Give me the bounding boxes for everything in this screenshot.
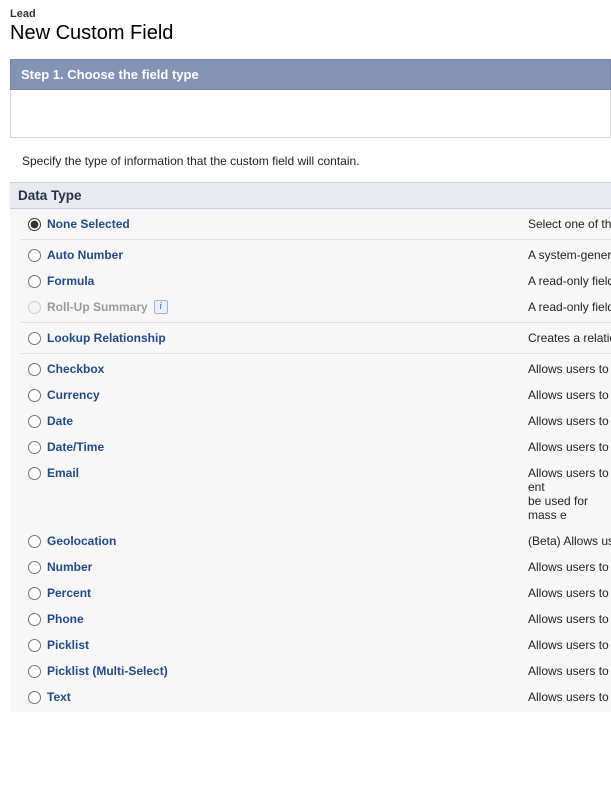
- data-type-row: Checkbox Allows users to sel: [10, 356, 611, 382]
- option-description: Allows users to sel: [528, 632, 611, 658]
- option-label: Geolocation: [47, 534, 116, 548]
- data-type-option-lookup[interactable]: Lookup Relationship: [28, 325, 528, 351]
- data-type-option-text[interactable]: Text: [28, 684, 528, 710]
- option-description: (Beta) Allows users: [528, 528, 611, 554]
- option-description: A system-generate: [528, 242, 611, 268]
- option-description: Select one of the da: [528, 211, 611, 237]
- option-label: Checkbox: [47, 362, 104, 376]
- option-label: Lookup Relationship: [47, 331, 166, 345]
- option-description: Allows users to entbe used for mass e: [528, 460, 611, 528]
- data-type-option-autonum[interactable]: Auto Number: [28, 242, 528, 268]
- option-label: None Selected: [47, 217, 130, 231]
- data-type-option-none[interactable]: None Selected: [28, 211, 528, 237]
- option-label: Number: [47, 560, 92, 574]
- data-type-row: Currency Allows users to ent: [10, 382, 611, 408]
- option-label: Text: [47, 690, 71, 704]
- data-type-row: Geolocation (Beta) Allows users: [10, 528, 611, 554]
- section-heading-data-type: Data Type: [10, 182, 611, 209]
- option-description: Allows users to sel: [528, 356, 611, 382]
- data-type-row: Percent Allows users to ent: [10, 580, 611, 606]
- radio-checkbox[interactable]: [28, 363, 41, 376]
- data-type-row: Email Allows users to entbe used for mass…: [10, 460, 611, 528]
- data-type-options: None Selected Select one of the da Auto Nu…: [10, 209, 611, 712]
- instructions-text: Specify the type of information that the…: [10, 138, 611, 182]
- step-content-gap: [10, 90, 611, 138]
- radio-picklist[interactable]: [28, 639, 41, 652]
- option-description: A read-only field tha: [528, 294, 611, 320]
- radio-text[interactable]: [28, 691, 41, 704]
- data-type-row: Lookup Relationship Creates a relationsh: [10, 325, 611, 351]
- data-type-option-number[interactable]: Number: [28, 554, 528, 580]
- page-title: New Custom Field: [10, 22, 601, 45]
- data-type-row: Number Allows users to ent: [10, 554, 611, 580]
- option-label: Auto Number: [47, 248, 123, 262]
- option-label: Roll-Up Summary: [47, 300, 148, 314]
- data-type-row: None Selected Select one of the da: [10, 211, 611, 237]
- data-type-row: Roll-Up Summary i A read-only field tha: [10, 294, 611, 320]
- data-type-row: Formula A read-only field tha: [10, 268, 611, 294]
- option-description: Allows users to ent: [528, 684, 611, 710]
- data-type-option-picklist[interactable]: Picklist: [28, 632, 528, 658]
- radio-none[interactable]: [28, 218, 41, 231]
- data-type-row: Date Allows users to ent: [10, 408, 611, 434]
- data-type-option-currency[interactable]: Currency: [28, 382, 528, 408]
- data-type-row: Auto Number A system-generate: [10, 242, 611, 268]
- option-description: Allows users to ent: [528, 382, 611, 408]
- radio-percent[interactable]: [28, 587, 41, 600]
- data-type-row: Picklist Allows users to sel: [10, 632, 611, 658]
- data-type-option-date[interactable]: Date: [28, 408, 528, 434]
- radio-date[interactable]: [28, 415, 41, 428]
- data-type-option-formula[interactable]: Formula: [28, 268, 528, 294]
- option-description: A read-only field tha: [528, 268, 611, 294]
- radio-lookup[interactable]: [28, 332, 41, 345]
- option-label: Date: [47, 414, 73, 428]
- radio-datetime[interactable]: [28, 441, 41, 454]
- data-type-option-phone[interactable]: Phone: [28, 606, 528, 632]
- radio-currency[interactable]: [28, 389, 41, 402]
- option-description: Allows users to ent: [528, 580, 611, 606]
- option-label: Currency: [47, 388, 100, 402]
- radio-picklistm[interactable]: [28, 665, 41, 678]
- option-description: Creates a relationsh: [528, 325, 611, 351]
- breadcrumb: Lead: [10, 8, 601, 20]
- step-bar: Step 1. Choose the field type: [10, 59, 611, 90]
- radio-formula[interactable]: [28, 275, 41, 288]
- radio-rollup: [28, 301, 41, 314]
- info-icon[interactable]: i: [154, 300, 168, 314]
- radio-geo[interactable]: [28, 535, 41, 548]
- option-label: Date/Time: [47, 440, 104, 454]
- data-type-row: Date/Time Allows users to ent: [10, 434, 611, 460]
- option-description: Allows users to ent: [528, 554, 611, 580]
- radio-autonum[interactable]: [28, 249, 41, 262]
- option-label: Picklist: [47, 638, 89, 652]
- option-label: Email: [47, 466, 79, 480]
- radio-number[interactable]: [28, 561, 41, 574]
- data-type-option-datetime[interactable]: Date/Time: [28, 434, 528, 460]
- data-type-row: Text Allows users to ent: [10, 684, 611, 710]
- data-type-row: Picklist (Multi-Select) Allows users to s…: [10, 658, 611, 684]
- data-type-option-checkbox[interactable]: Checkbox: [28, 356, 528, 382]
- option-description: Allows users to sel: [528, 658, 611, 684]
- page-header: Lead New Custom Field: [0, 0, 611, 59]
- option-label: Picklist (Multi-Select): [47, 664, 168, 678]
- data-type-option-geo[interactable]: Geolocation: [28, 528, 528, 554]
- option-description: Allows users to ent: [528, 408, 611, 434]
- option-label: Percent: [47, 586, 91, 600]
- radio-phone[interactable]: [28, 613, 41, 626]
- option-description: Allows users to ent: [528, 606, 611, 632]
- data-type-option-rollup: Roll-Up Summary i: [28, 294, 528, 320]
- data-type-option-email[interactable]: Email: [28, 460, 528, 486]
- data-type-option-percent[interactable]: Percent: [28, 580, 528, 606]
- data-type-row: Phone Allows users to ent: [10, 606, 611, 632]
- option-description: Allows users to ent: [528, 434, 611, 460]
- option-label: Phone: [47, 612, 84, 626]
- data-type-option-picklistm[interactable]: Picklist (Multi-Select): [28, 658, 528, 684]
- radio-email[interactable]: [28, 467, 41, 480]
- option-label: Formula: [47, 274, 94, 288]
